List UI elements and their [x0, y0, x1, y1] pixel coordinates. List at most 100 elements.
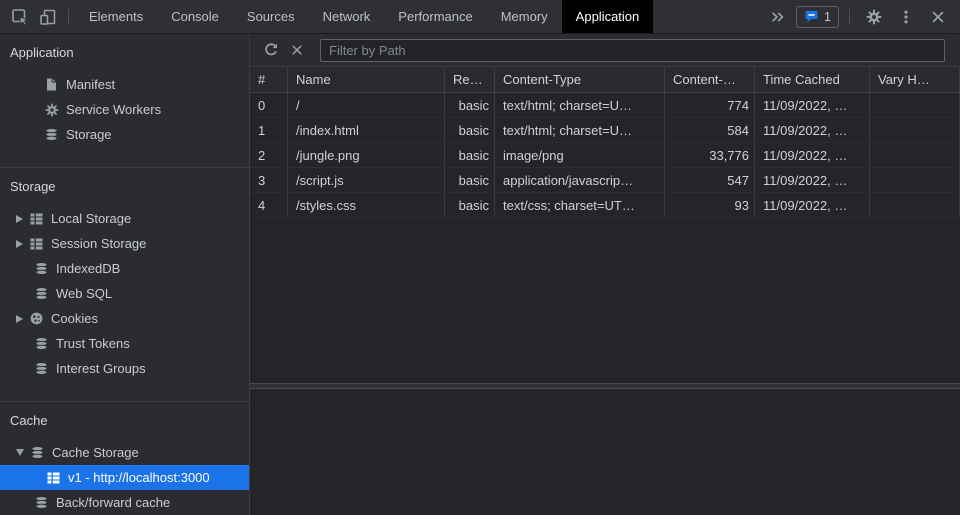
cell: 11/09/2022, … [755, 118, 870, 142]
cache-toolbar [250, 34, 960, 67]
sidebar-item-label: Local Storage [51, 211, 131, 226]
gear-icon [44, 102, 59, 117]
settings-gear-icon[interactable] [860, 3, 888, 31]
cell [870, 168, 960, 192]
table-row[interactable]: 0/basictext/html; charset=U…77411/09/202… [250, 93, 960, 118]
filter-by-path-input[interactable] [320, 39, 945, 62]
sidebar-item-service-workers[interactable]: Service Workers [0, 97, 249, 122]
column-header-vary-h[interactable]: Vary H… [870, 67, 960, 92]
inspect-icon[interactable] [6, 3, 34, 31]
triangle-right-icon[interactable] [16, 240, 23, 248]
table-empty-area [250, 218, 960, 383]
cell: text/html; charset=U… [495, 118, 665, 142]
table-row[interactable]: 3/script.jsbasicapplication/javascrip…54… [250, 168, 960, 193]
column-header-content[interactable]: Content-… [665, 67, 755, 92]
sidebar-item-manifest[interactable]: Manifest [0, 72, 249, 97]
column-header-col0[interactable]: # [250, 67, 288, 92]
cell: basic [445, 118, 495, 142]
column-header-name[interactable]: Name [288, 67, 445, 92]
cell: 547 [665, 168, 755, 192]
cookie-icon [29, 311, 44, 326]
tab-application[interactable]: Application [562, 0, 654, 33]
issues-button[interactable]: 1 [796, 6, 839, 28]
sidebar-item-label: Trust Tokens [56, 336, 130, 351]
more-tabs-icon[interactable] [764, 3, 792, 31]
refresh-icon[interactable] [258, 37, 284, 63]
issues-count: 1 [824, 10, 831, 24]
sidebar-item-interest-groups[interactable]: Interest Groups [0, 356, 249, 381]
column-header-content-type[interactable]: Content-Type [495, 67, 665, 92]
cell: /index.html [288, 118, 445, 142]
sidebar-item-label: Session Storage [51, 236, 146, 251]
clear-icon[interactable] [284, 37, 310, 63]
database-icon [34, 336, 49, 351]
sidebar-item-label: Interest Groups [56, 361, 146, 376]
toolbar-divider [849, 9, 850, 25]
close-icon[interactable] [924, 3, 952, 31]
cell: application/javascrip… [495, 168, 665, 192]
table-body: 0/basictext/html; charset=U…77411/09/202… [250, 93, 960, 218]
cell: 4 [250, 193, 288, 217]
device-toolbar-icon[interactable] [34, 3, 62, 31]
sidebar-item-label: Service Workers [66, 102, 161, 117]
tab-network[interactable]: Network [309, 0, 385, 33]
sidebar-item-local-storage[interactable]: Local Storage [0, 206, 249, 231]
kebab-menu-icon[interactable] [892, 3, 920, 31]
sidebar-item-indexeddb[interactable]: IndexedDB [0, 256, 249, 281]
cell: /script.js [288, 168, 445, 192]
sidebar-item-web-sql[interactable]: Web SQL [0, 281, 249, 306]
table-row[interactable]: 4/styles.cssbasictext/css; charset=UT…93… [250, 193, 960, 218]
sidebar-item-back-forward-cache[interactable]: Back/forward cache [0, 490, 249, 515]
cell [870, 193, 960, 217]
devtools-body: ApplicationManifestService WorkersStorag… [0, 34, 960, 515]
cell: basic [445, 168, 495, 192]
table-header-row: #NameRe…Content-TypeContent-…Time Cached… [250, 67, 960, 93]
preview-pane [250, 389, 960, 515]
table-icon [46, 470, 61, 485]
toolbar-divider [68, 9, 69, 25]
sidebar-section-application: ApplicationManifestService WorkersStorag… [0, 34, 249, 147]
table-row[interactable]: 1/index.htmlbasictext/html; charset=U…58… [250, 118, 960, 143]
sidebar-item-cookies[interactable]: Cookies [0, 306, 249, 331]
sidebar-item-label: Cache Storage [52, 445, 139, 460]
topbar-left-icons [0, 0, 75, 33]
devtools-tab-bar: ElementsConsoleSourcesNetworkPerformance… [0, 0, 960, 34]
cell: / [288, 93, 445, 117]
cell [870, 143, 960, 167]
triangle-down-icon[interactable] [16, 449, 24, 456]
sidebar-item-session-storage[interactable]: Session Storage [0, 231, 249, 256]
section-title: Cache [0, 408, 249, 434]
cell: text/html; charset=U… [495, 93, 665, 117]
triangle-right-icon[interactable] [16, 215, 23, 223]
tab-memory[interactable]: Memory [487, 0, 562, 33]
tab-performance[interactable]: Performance [384, 0, 486, 33]
sidebar-item-v1-http-localhost-3000[interactable]: v1 - http://localhost:3000 [0, 465, 249, 490]
triangle-right-icon[interactable] [16, 315, 23, 323]
column-header-time-cached[interactable]: Time Cached [755, 67, 870, 92]
sidebar-item-trust-tokens[interactable]: Trust Tokens [0, 331, 249, 356]
sidebar-item-label: Storage [66, 127, 112, 142]
database-icon [30, 445, 45, 460]
sidebar-section-storage: StorageLocal StorageSession StorageIndex… [0, 167, 249, 381]
tab-console[interactable]: Console [157, 0, 233, 33]
column-header-re[interactable]: Re… [445, 67, 495, 92]
panel-tabs: ElementsConsoleSourcesNetworkPerformance… [75, 0, 653, 33]
database-icon [34, 361, 49, 376]
tab-sources[interactable]: Sources [233, 0, 309, 33]
application-sidebar: ApplicationManifestService WorkersStorag… [0, 34, 250, 515]
cell: /styles.css [288, 193, 445, 217]
sidebar-item-cache-storage[interactable]: Cache Storage [0, 440, 249, 465]
cell: text/css; charset=UT… [495, 193, 665, 217]
tab-elements[interactable]: Elements [75, 0, 157, 33]
cell: 1 [250, 118, 288, 142]
sidebar-item-label: v1 - http://localhost:3000 [68, 470, 210, 485]
database-icon [34, 261, 49, 276]
database-icon [34, 495, 49, 510]
sidebar-item-storage[interactable]: Storage [0, 122, 249, 147]
table-row[interactable]: 2/jungle.pngbasicimage/png33,77611/09/20… [250, 143, 960, 168]
cache-storage-panel: #NameRe…Content-TypeContent-…Time Cached… [250, 34, 960, 515]
cell: 2 [250, 143, 288, 167]
database-icon [34, 286, 49, 301]
cell: basic [445, 93, 495, 117]
sidebar-section-cache: Cache Cache Storage v1 - http://localhost:… [0, 401, 249, 515]
